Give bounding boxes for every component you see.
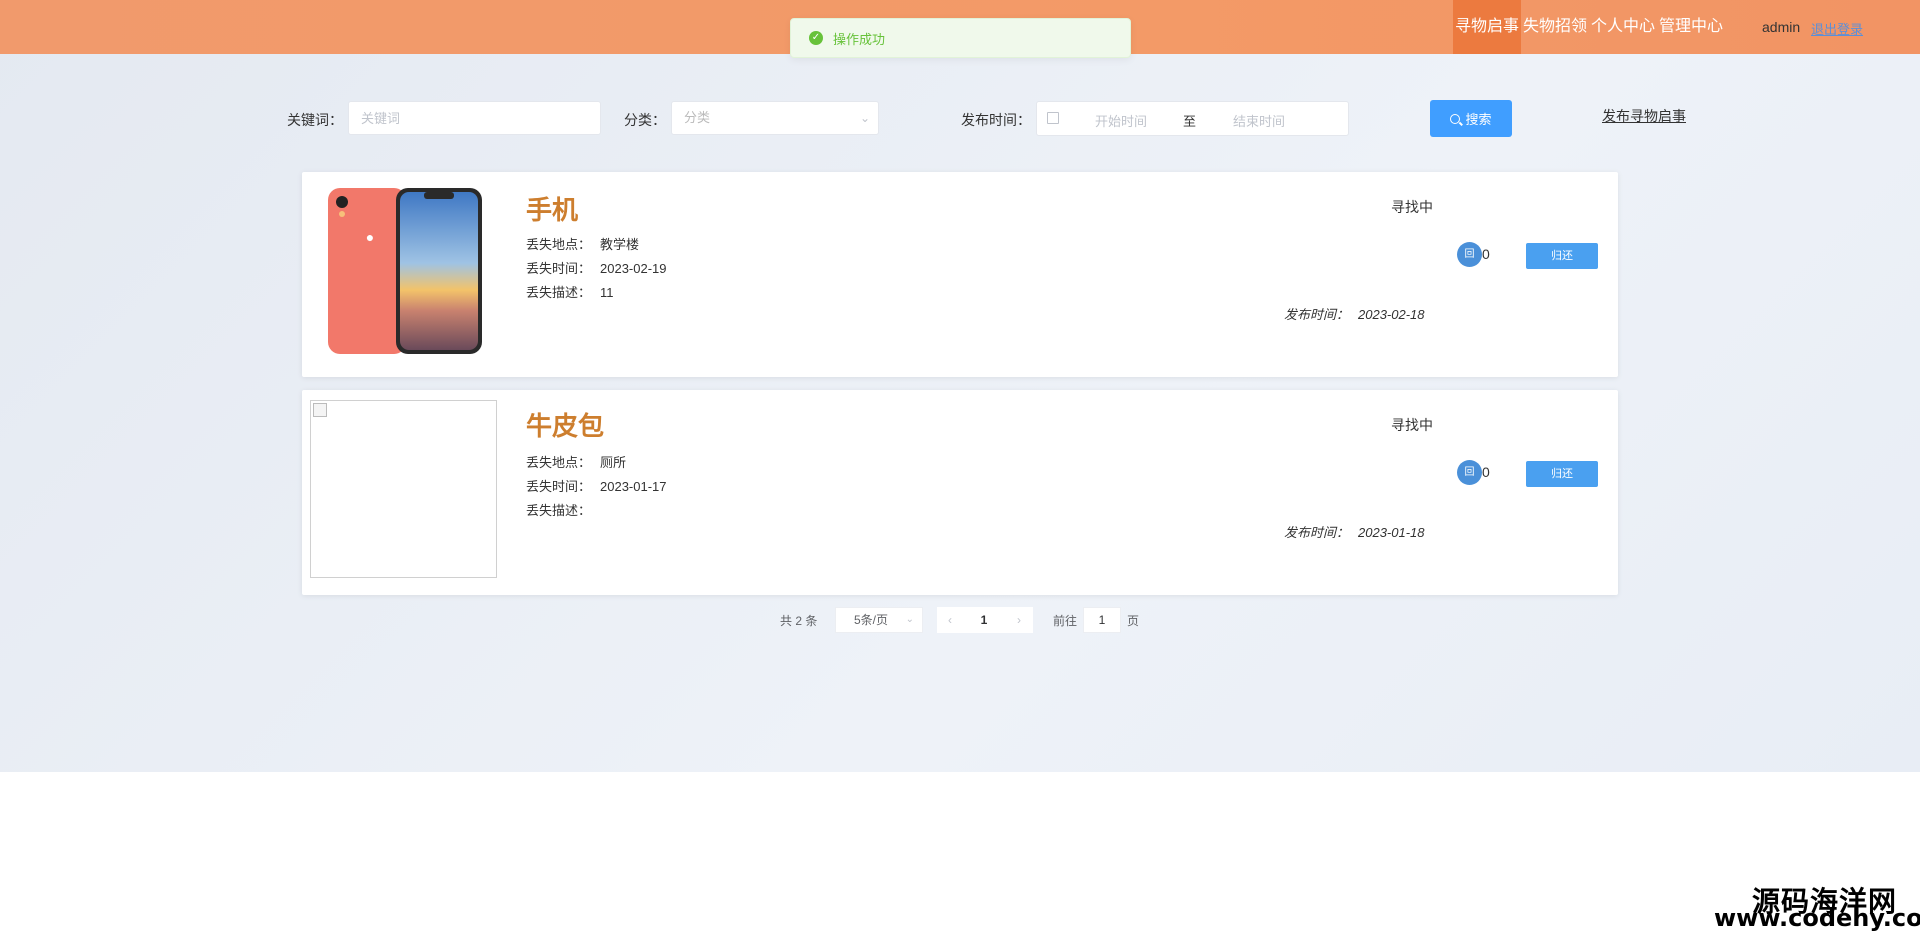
item-image-placeholder[interactable]	[310, 400, 497, 578]
nav-admin-center[interactable]: 管理中心	[1657, 0, 1725, 54]
like-icon[interactable]: 回	[1457, 460, 1482, 485]
pagination-total: 共 2 条	[780, 614, 818, 628]
current-page[interactable]: 1	[963, 607, 1005, 633]
goto-page-input[interactable]: 1	[1083, 607, 1121, 633]
prev-page-button[interactable]: ‹	[937, 607, 963, 633]
broken-image-icon	[313, 403, 327, 417]
next-page-button[interactable]: ›	[1005, 607, 1033, 633]
return-button[interactable]: 归还	[1526, 461, 1598, 487]
success-toast: ✓ 操作成功	[790, 18, 1131, 58]
chevron-down-icon: ⌄	[859, 111, 870, 125]
category-label: 分类：	[624, 112, 666, 128]
svg-text:●: ●	[366, 229, 374, 245]
item-image-phone[interactable]: ●	[326, 186, 484, 356]
search-icon	[1450, 113, 1461, 124]
category-placeholder: 分类	[684, 110, 711, 125]
item-lost-time: 丢失时间： 2023-01-17	[526, 479, 667, 494]
range-separator: 至	[1183, 114, 1197, 129]
item-card[interactable]: 牛皮包 丢失地点： 厕所 丢失时间： 2023-01-17 丢失描述： 寻找中 发布…	[302, 390, 1618, 595]
chevron-down-icon: ⌄	[905, 614, 914, 625]
calendar-icon	[1047, 112, 1059, 124]
item-description: 丢失描述：	[526, 503, 592, 518]
item-location: 丢失地点： 厕所	[526, 455, 627, 470]
item-publish-time: 发布时间： 2023-01-18	[1284, 525, 1425, 540]
status-badge: 寻找中	[1391, 417, 1433, 433]
search-button-label: 搜索	[1465, 112, 1492, 127]
nav-found-items[interactable]: 失物招领	[1521, 0, 1589, 54]
keyword-input[interactable]	[348, 101, 601, 135]
username: admin	[1762, 19, 1801, 35]
like-count: 0	[1482, 464, 1490, 480]
page-size-value: 5条/页	[854, 613, 889, 627]
item-description: 丢失描述： 11	[526, 285, 614, 300]
like-count: 0	[1482, 246, 1490, 262]
category-select[interactable]: 分类 ⌄	[671, 101, 879, 135]
publish-time-label: 发布时间：	[961, 112, 1031, 128]
page-size-select[interactable]: 5条/页 ⌄	[835, 607, 923, 633]
return-button[interactable]: 归还	[1526, 243, 1598, 269]
page-unit-label: 页	[1127, 614, 1140, 628]
start-date-input[interactable]: 开始时间	[1095, 111, 1147, 130]
nav-personal-center[interactable]: 个人中心	[1589, 0, 1657, 54]
toast-message: 操作成功	[833, 31, 886, 47]
item-publish-time: 发布时间： 2023-02-18	[1284, 307, 1425, 322]
check-circle-icon: ✓	[809, 31, 823, 45]
item-title[interactable]: 手机	[526, 190, 578, 227]
item-card[interactable]: 手机 丢失地点： 教学楼 丢失时间： 2023-02-19 丢失描述： 11 寻找中 …	[302, 172, 1618, 377]
goto-label: 前往	[1053, 614, 1078, 628]
publish-notice-link[interactable]: 发布寻物启事	[1602, 106, 1686, 126]
date-range-picker[interactable]: 开始时间 至 结束时间	[1036, 101, 1349, 136]
end-date-input[interactable]: 结束时间	[1233, 111, 1285, 130]
watermark-url: www.codehy.com	[1714, 904, 1920, 932]
item-lost-time: 丢失时间： 2023-02-19	[526, 261, 667, 276]
item-location: 丢失地点： 教学楼	[526, 237, 640, 252]
search-button[interactable]: 搜索	[1430, 100, 1512, 137]
logout-link[interactable]: 退出登录	[1811, 19, 1863, 38]
main-nav: 寻物启事 失物招领 个人中心 管理中心	[1453, 0, 1725, 54]
nav-lost-notices[interactable]: 寻物启事	[1453, 0, 1522, 54]
item-title[interactable]: 牛皮包	[526, 406, 604, 443]
like-icon[interactable]: 回	[1457, 242, 1482, 267]
keyword-label: 关键词：	[287, 112, 343, 128]
status-badge: 寻找中	[1391, 199, 1433, 215]
